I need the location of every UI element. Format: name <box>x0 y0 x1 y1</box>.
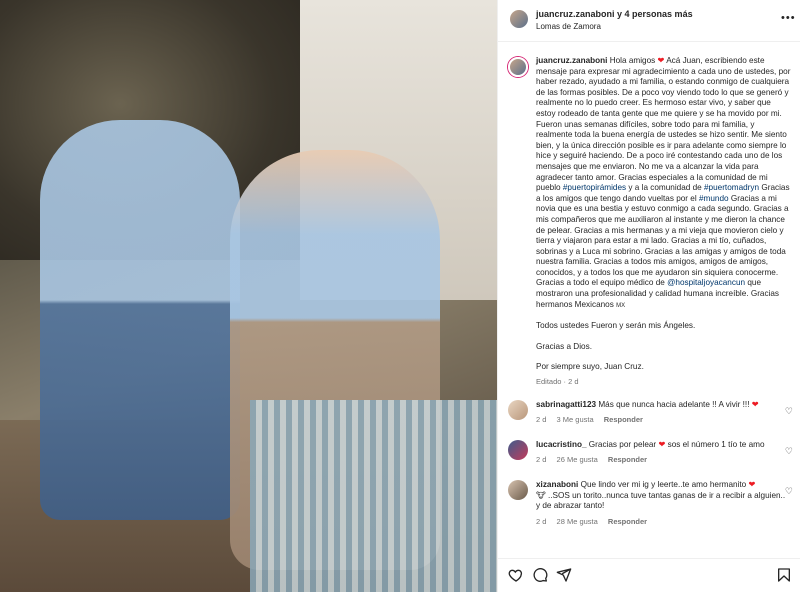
post-caption: juancruz.zanaboni Hola amigos ❤ Acá Juan… <box>498 50 800 388</box>
hashtag-mundo[interactable]: #mundo <box>699 194 729 203</box>
red-heart-icon: ❤ <box>657 56 665 65</box>
comment-text: Más que nunca hacia adelante !! A vivir … <box>598 399 750 409</box>
caption-intro: Hola amigos <box>609 56 656 65</box>
heart-outline-icon[interactable]: ♡ <box>785 406 793 417</box>
comment-avatar[interactable] <box>508 439 528 460</box>
comment-item: sabrinagatti123 Más que nunca hacia adel… <box>498 399 800 426</box>
ellipsis-icon[interactable]: ••• <box>781 12 796 24</box>
comment-likes[interactable]: 3 Me gusta <box>557 415 594 424</box>
caption-body-2: y a la comunidad de <box>628 183 702 193</box>
hashtag-puertomadryn[interactable]: #puertomadryn <box>704 183 759 192</box>
heart-outline-icon[interactable]: ♡ <box>785 446 793 457</box>
comment-meta: 2 d 28 Me gusta Responder <box>536 517 791 528</box>
caption-paragraph-4: Por siempre suyo, Juan Cruz. <box>536 362 644 372</box>
bookmark-icon[interactable] <box>776 567 792 583</box>
comment-likes[interactable]: 28 Me gusta <box>557 517 598 526</box>
caption-body-4: Gracias a mi novia que es una bestia y e… <box>536 193 789 288</box>
reply-button[interactable]: Responder <box>608 455 647 464</box>
coauthors-link[interactable]: y 4 personas más <box>617 9 693 19</box>
reply-button[interactable]: Responder <box>604 415 643 424</box>
hashtag-puertopiramides[interactable]: #puertopirámides <box>563 183 626 192</box>
comment-text: Que lindo ver mi ig y leerte..te amo her… <box>580 480 747 489</box>
comment-time: 2 d <box>536 455 547 465</box>
send-icon[interactable] <box>556 567 572 583</box>
comment-username[interactable]: lucacristino_ <box>536 440 587 449</box>
action-bar <box>498 558 800 592</box>
author-avatar[interactable] <box>510 10 528 28</box>
comment-avatar[interactable] <box>508 480 528 500</box>
red-heart-icon: ❤ <box>658 439 666 449</box>
caption-body-1: Acá Juan, escribiendo este mensaje para … <box>536 56 791 193</box>
photo-blanket <box>250 400 497 592</box>
red-heart-icon: ❤ <box>748 480 756 489</box>
heart-icon[interactable] <box>508 567 524 583</box>
comment-meta: 2 d 3 Me gusta Responder <box>536 415 791 426</box>
bull-emoji-icon: 🐮 <box>536 490 546 500</box>
comment-likes[interactable]: 26 Me gusta <box>557 455 598 464</box>
author-username[interactable]: juancruz.zanaboni <box>536 9 615 19</box>
comment-meta: 2 d 26 Me gusta Responder <box>536 455 791 466</box>
mention-hospital[interactable]: @hospitaljoyacancun <box>667 278 745 287</box>
caption-avatar[interactable] <box>508 57 528 77</box>
caption-paragraph-3: Gracias a Dios. <box>536 341 592 351</box>
comment-avatar[interactable] <box>508 399 528 420</box>
comment-time: 2 d <box>536 516 547 526</box>
comment-username[interactable]: sabrinagatti123 <box>536 400 596 409</box>
caption-paragraph-2: Todos ustedes Fueron y serán mis Ángeles… <box>536 321 696 331</box>
post-photo[interactable] <box>0 0 497 592</box>
caption-meta: Editado · 2 d <box>536 377 579 387</box>
comment-username[interactable]: xizanaboni <box>536 480 578 489</box>
heart-outline-icon[interactable]: ♡ <box>785 486 793 497</box>
comment-icon[interactable] <box>532 567 548 583</box>
comments-list[interactable]: juancruz.zanaboni Hola amigos ❤ Acá Juan… <box>498 50 800 558</box>
comment-text-2: ..SOS un torito..nunca tuve tantas ganas… <box>536 490 786 511</box>
post-side-panel: juancruz.zanaboni y 4 personas más Lomas… <box>497 0 800 592</box>
red-heart-icon: ❤ <box>751 399 759 409</box>
caption-username[interactable]: juancruz.zanaboni <box>536 56 607 65</box>
comment-item: lucacristino_ Gracias por pelear ❤ sos e… <box>498 439 800 466</box>
mexico-flag-icon: MX <box>616 302 626 309</box>
author-names: juancruz.zanaboni y 4 personas más <box>536 9 693 19</box>
post-header: juancruz.zanaboni y 4 personas más Lomas… <box>498 0 800 42</box>
photo-person-left <box>40 120 240 520</box>
comment-text: Gracias por pelear <box>588 439 657 449</box>
comment-text-2: sos el número 1 tío te amo <box>667 439 765 449</box>
post-location[interactable]: Lomas de Zamora <box>536 22 601 31</box>
comment-item: xizanaboni Que lindo ver mi ig y leerte.… <box>498 480 800 527</box>
reply-button[interactable]: Responder <box>608 517 647 526</box>
comment-time: 2 d <box>536 415 547 425</box>
